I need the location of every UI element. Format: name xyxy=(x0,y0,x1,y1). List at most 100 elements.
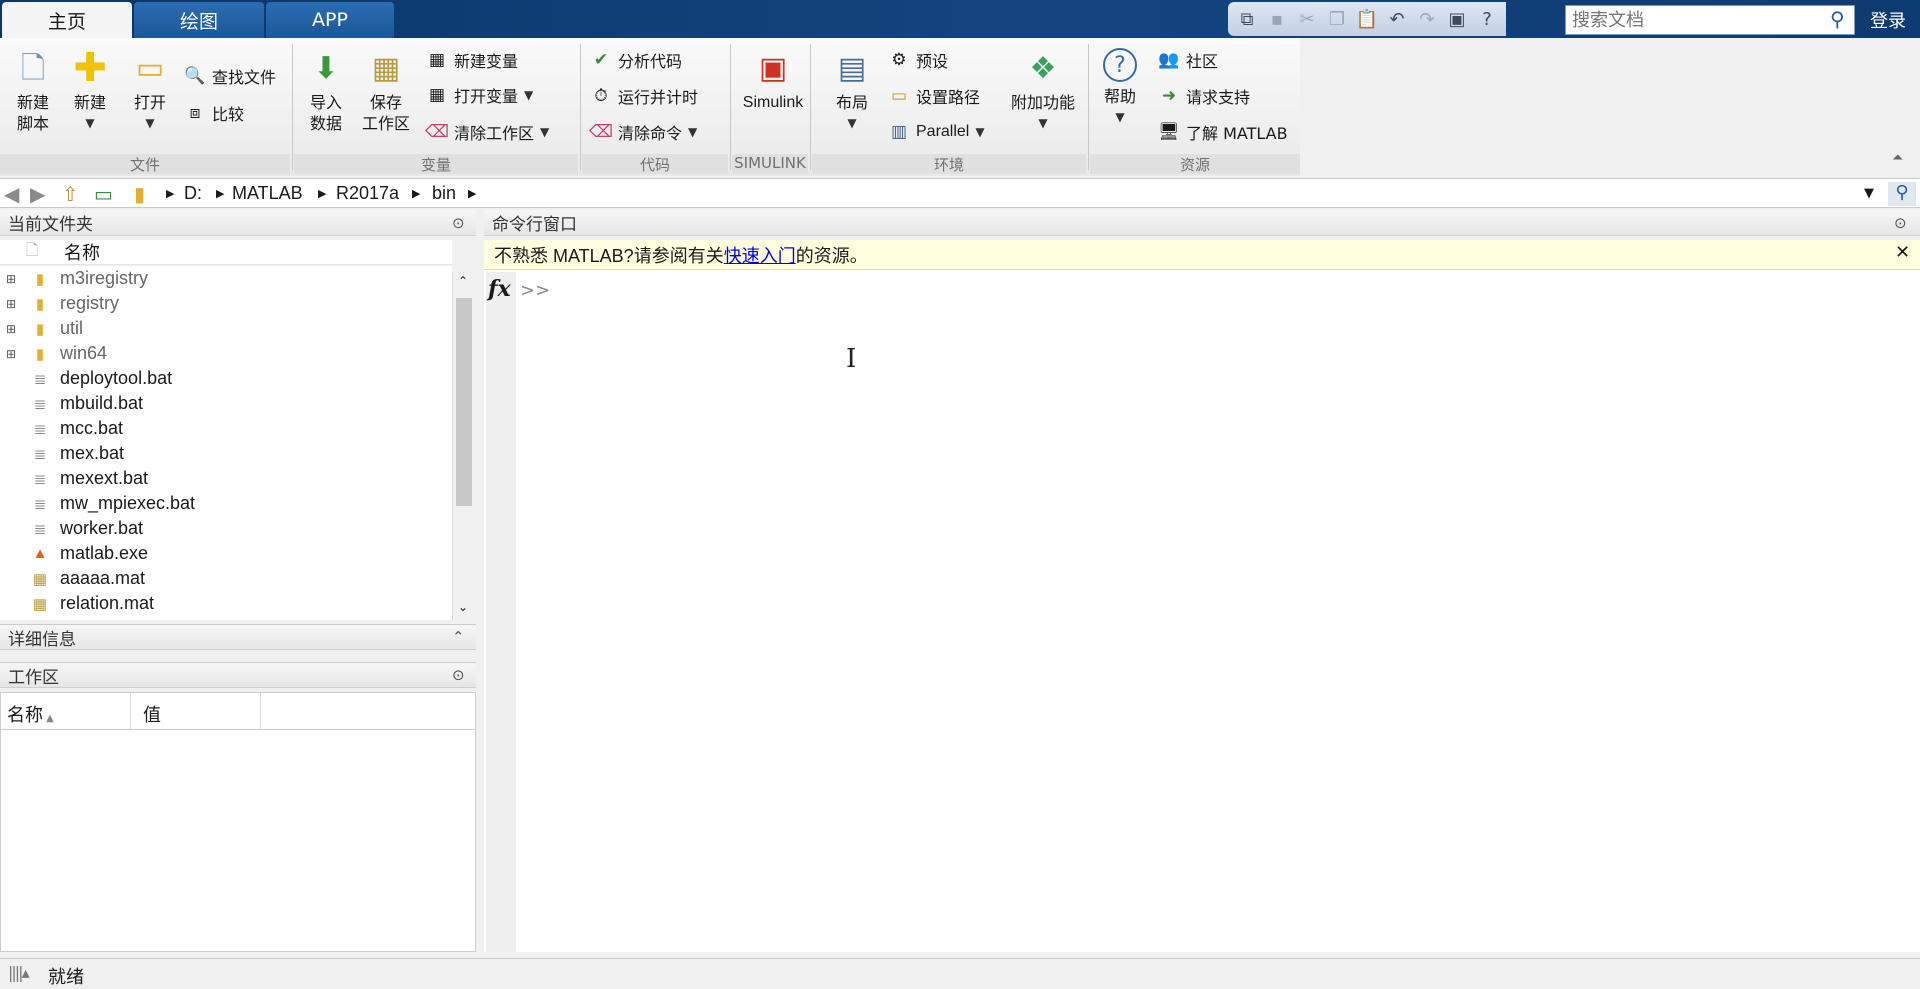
file-list-item[interactable]: ▲ matlab.exe xyxy=(0,541,452,566)
request-support-button[interactable]: ➜ 请求支持 xyxy=(1158,82,1250,110)
search-folder-icon[interactable]: ⚲ xyxy=(1888,182,1916,206)
quick-start-link[interactable]: 快速入门 xyxy=(724,242,796,268)
group-label-environment: 环境 xyxy=(812,154,1086,174)
bat-file-icon: ≣ xyxy=(33,520,47,538)
expand-icon[interactable]: ⊞ xyxy=(6,272,22,286)
search-docs-input[interactable] xyxy=(1565,5,1855,35)
back-icon[interactable]: ◀ xyxy=(4,182,19,206)
find-files-button[interactable]: 🔍 查找文件 xyxy=(184,62,276,90)
file-list-item[interactable]: ⊞ ▮ m3iregistry xyxy=(0,266,452,291)
new-variable-icon: ▦ xyxy=(428,50,446,70)
expand-icon[interactable]: ⊞ xyxy=(6,347,22,361)
file-name: util xyxy=(60,318,84,338)
help-icon[interactable]: ? xyxy=(1474,6,1500,32)
open-button[interactable]: ▭ 打开 ▼ xyxy=(126,48,174,134)
expand-details-icon[interactable]: ⌃ xyxy=(452,628,465,646)
file-list-item[interactable]: ⊞ ▮ win64 xyxy=(0,341,452,366)
close-icon[interactable]: ✕ xyxy=(1895,242,1910,263)
file-name: mexext.bat xyxy=(60,468,149,488)
clear-commands-button[interactable]: ⌫ 清除命令 ▼ xyxy=(589,118,697,146)
file-list-item[interactable]: ▦ aaaaa.mat xyxy=(0,566,452,591)
address-dropdown-icon[interactable]: ▼ xyxy=(1864,186,1874,201)
collapse-ribbon-icon[interactable]: ⏶ xyxy=(1892,150,1903,166)
file-list-item[interactable]: ≣ worker.bat xyxy=(0,516,452,541)
addons-button[interactable]: ❖ 附加功能 ▼ xyxy=(1008,48,1078,134)
new-variable-button[interactable]: ▦ 新建变量 xyxy=(426,46,518,74)
open-variable-button[interactable]: ▦ 打开变量 ▼ xyxy=(426,81,533,109)
folder-path-icon: ▭ xyxy=(890,86,908,106)
forward-icon[interactable]: ▶ xyxy=(30,182,45,206)
new-button[interactable]: ✚ 新建 ▼ xyxy=(66,48,114,134)
gear-icon: ⚙ xyxy=(891,50,907,70)
eraser-icon: ⌫ xyxy=(424,122,450,142)
import-data-button[interactable]: ⬇ 导入 数据 xyxy=(300,48,352,134)
layout-button[interactable]: ▤ 布局 ▼ xyxy=(828,48,876,134)
search-icon[interactable]: ⚲ xyxy=(1830,7,1845,31)
clear-workspace-button[interactable]: ⌫ 清除工作区 ▼ xyxy=(424,118,549,146)
simulink-button[interactable]: ▣ Simulink xyxy=(738,48,808,113)
file-list-item[interactable]: ≣ mcc.bat xyxy=(0,416,452,441)
panel-menu-icon[interactable]: ⊙ xyxy=(1894,214,1907,232)
workspace-column-value[interactable]: 值 xyxy=(131,693,261,729)
scrollbar-thumb[interactable] xyxy=(456,298,472,506)
undo-icon[interactable]: ↶ xyxy=(1384,6,1410,32)
learn-matlab-button[interactable]: 🖥 了解 MATLAB xyxy=(1158,118,1287,146)
function-browser-icon[interactable]: fx xyxy=(488,276,511,302)
file-list-item[interactable]: ≣ mbuild.bat xyxy=(0,391,452,416)
expand-icon[interactable]: ⊞ xyxy=(6,322,22,336)
cut-icon[interactable]: ✂ xyxy=(1294,6,1320,32)
compare-button[interactable]: ⧈ 比较 xyxy=(184,99,244,127)
switch-windows-icon[interactable]: ▣ xyxy=(1444,6,1470,32)
file-list-item[interactable]: ≣ mexext.bat xyxy=(0,466,452,491)
tab-home[interactable]: 主页 xyxy=(2,2,132,39)
workspace-grid-icon: ▦ xyxy=(371,50,401,86)
file-list-item[interactable]: ⊞ ▮ util xyxy=(0,316,452,341)
scroll-up-icon[interactable]: ⌃ xyxy=(458,274,468,288)
paste-icon[interactable]: 📋 xyxy=(1354,6,1380,32)
panel-menu-icon[interactable]: ⊙ xyxy=(452,666,465,684)
file-list-item[interactable]: ≣ mex.bat xyxy=(0,441,452,466)
run-and-time-button[interactable]: ⏱ 运行并计时 xyxy=(590,82,698,110)
breadcrumb-item[interactable]: D: xyxy=(184,183,202,204)
file-type-icon: 🗋 xyxy=(25,241,39,259)
support-icon: ➜ xyxy=(1161,86,1177,106)
panel-menu-icon[interactable]: ⊙ xyxy=(452,214,465,232)
group-divider xyxy=(580,44,581,170)
save-workspace-button[interactable]: ▦ 保存 工作区 xyxy=(358,48,414,134)
new-script-button[interactable]: 🗋 新建 脚本 xyxy=(8,48,58,134)
preferences-button[interactable]: ⚙ 预设 xyxy=(888,46,948,74)
scroll-down-icon[interactable]: ⌄ xyxy=(458,600,468,614)
set-path-button[interactable]: ▭ 设置路径 xyxy=(888,82,980,110)
community-button[interactable]: 👥 社区 xyxy=(1158,46,1218,74)
breadcrumb-item[interactable]: R2017a xyxy=(336,183,399,204)
browse-folder-icon[interactable]: ▭ xyxy=(94,182,113,206)
tab-plots[interactable]: 绘图 xyxy=(134,2,264,38)
command-prompt: >> xyxy=(520,280,551,301)
column-header-name[interactable]: 名称 xyxy=(64,239,100,265)
file-list-item[interactable]: ≣ deploytool.bat xyxy=(0,366,452,391)
command-window[interactable] xyxy=(484,240,1920,952)
file-name: relation.mat xyxy=(60,593,155,613)
help-button[interactable]: ? 帮助 ▼ xyxy=(1098,48,1142,128)
breadcrumb-item[interactable]: bin xyxy=(432,183,456,204)
workspace-column-name[interactable]: 名称 ▲ xyxy=(1,693,131,729)
analyze-code-button[interactable]: ✔ 分析代码 xyxy=(590,46,682,74)
tab-apps[interactable]: APP xyxy=(266,2,394,38)
pin-icon[interactable]: ⧉ xyxy=(1234,6,1260,32)
expand-icon[interactable]: ⊞ xyxy=(6,297,22,311)
save-icon[interactable]: ▪ xyxy=(1264,6,1290,32)
login-link[interactable]: 登录 xyxy=(1870,7,1906,33)
up-folder-icon[interactable]: ⇧ xyxy=(62,182,79,206)
file-list-item[interactable]: ▦ relation.mat xyxy=(0,591,452,616)
redo-icon[interactable]: ↷ xyxy=(1414,6,1440,32)
file-list-item[interactable]: ⊞ ▮ registry xyxy=(0,291,452,316)
breadcrumb-item[interactable]: MATLAB xyxy=(232,183,303,204)
status-grip-icon[interactable]: ||||▴ xyxy=(8,963,30,982)
copy-icon[interactable]: ❐ xyxy=(1324,6,1350,32)
parallel-button[interactable]: ▥ Parallel ▼ xyxy=(888,118,985,146)
new-script-label: 新建 脚本 xyxy=(16,93,49,133)
quick-access-toolbar: ⧉ ▪ ✂ ❐ 📋 ↶ ↷ ▣ ? xyxy=(1228,2,1506,36)
file-list-scrollbar[interactable]: ⌃ ⌄ xyxy=(452,272,474,620)
file-list-item[interactable]: ≣ mw_mpiexec.bat xyxy=(0,491,452,516)
group-label-resources: 资源 xyxy=(1090,154,1300,174)
